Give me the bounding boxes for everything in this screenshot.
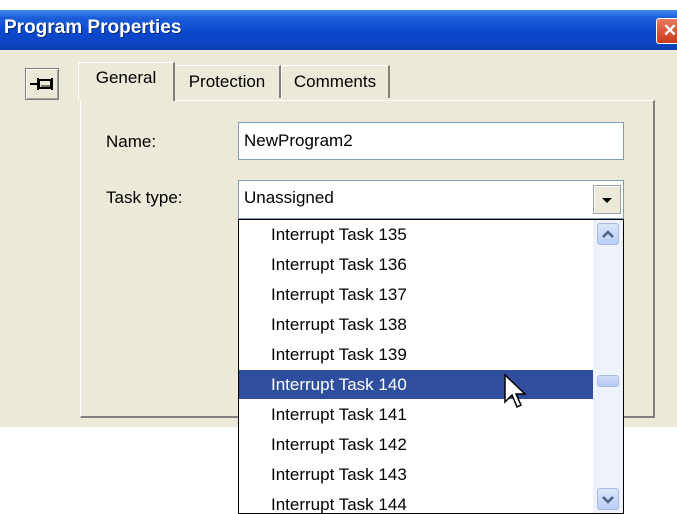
chevron-down-icon xyxy=(602,198,612,203)
task-type-dropdown-list[interactable]: Interrupt Task 135 Interrupt Task 136 In… xyxy=(238,219,624,514)
vertical-scrollbar[interactable] xyxy=(593,220,623,513)
decorative-dot xyxy=(1,1,4,14)
mouse-pointer-icon xyxy=(504,374,527,409)
chevron-up-icon xyxy=(602,230,614,238)
title-bar[interactable]: Program Properties ✕ xyxy=(0,10,677,50)
chevron-down-icon xyxy=(602,496,614,504)
list-item[interactable]: Interrupt Task 143 xyxy=(239,460,595,489)
name-value: NewProgram2 xyxy=(244,131,353,150)
tab-general-label: General xyxy=(95,68,157,87)
list-item[interactable]: Interrupt Task 141 xyxy=(239,400,595,429)
pin-icon xyxy=(30,78,53,90)
tab-comments[interactable]: Comments xyxy=(281,65,390,98)
scroll-up-button[interactable] xyxy=(597,223,619,245)
task-type-value: Unassigned xyxy=(244,188,334,207)
pin-button[interactable] xyxy=(25,68,59,100)
list-item[interactable]: Interrupt Task 136 xyxy=(239,250,595,279)
tab-comments-label: Comments xyxy=(293,72,377,91)
list-item[interactable]: Interrupt Task 138 xyxy=(239,310,595,339)
scroll-thumb[interactable] xyxy=(597,375,619,387)
task-type-select[interactable]: Unassigned xyxy=(238,180,624,219)
tab-general[interactable]: General xyxy=(78,62,175,101)
scroll-down-button[interactable] xyxy=(597,488,619,510)
list-item[interactable]: Interrupt Task 142 xyxy=(239,430,595,459)
name-field[interactable]: NewProgram2 xyxy=(238,122,624,160)
list-item[interactable]: Interrupt Task 144 xyxy=(239,490,595,513)
close-button[interactable]: ✕ xyxy=(656,18,677,44)
window-title: Program Properties xyxy=(4,17,182,38)
list-item-selected[interactable]: Interrupt Task 140 xyxy=(239,370,595,399)
name-label: Name: xyxy=(106,132,157,151)
list-item[interactable]: Interrupt Task 139 xyxy=(239,340,595,369)
tab-protection[interactable]: Protection xyxy=(174,65,281,98)
tab-protection-label: Protection xyxy=(188,72,266,91)
list-item[interactable]: Interrupt Task 135 xyxy=(239,220,595,249)
list-item[interactable]: Interrupt Task 137 xyxy=(239,280,595,309)
task-type-label: Task type: xyxy=(106,188,183,207)
dropdown-arrow-button[interactable] xyxy=(593,185,621,214)
close-icon: ✕ xyxy=(662,21,677,40)
